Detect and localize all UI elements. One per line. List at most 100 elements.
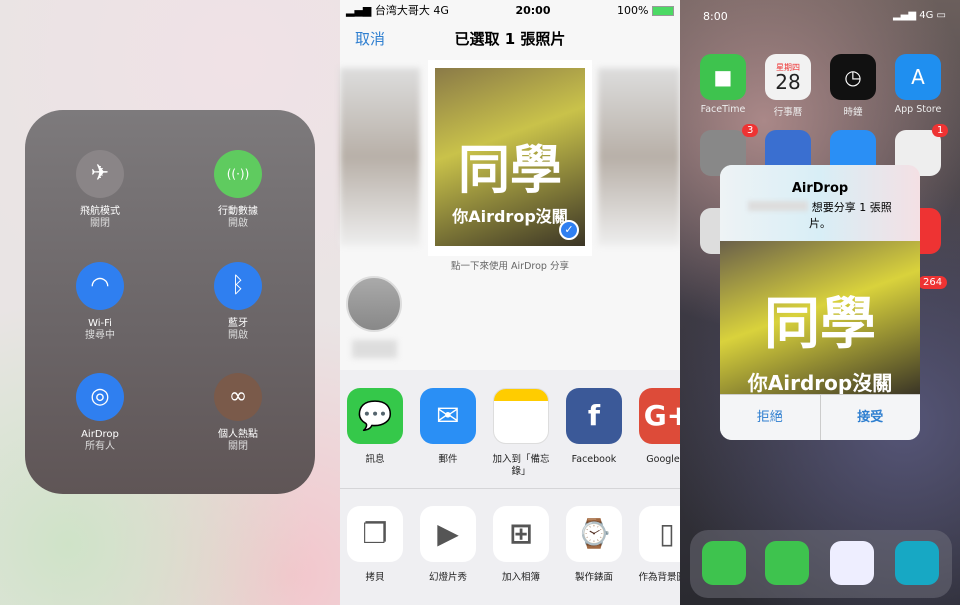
contact-name-blurred (352, 340, 397, 358)
battery-percent: 100% (617, 3, 649, 17)
dialog-photo-caption-small: 你Airdrop沒關 (747, 371, 893, 394)
kkbox-dock-icon[interactable] (895, 541, 939, 585)
dialog-message: 想要分享 1 張照片。 (809, 201, 892, 230)
share-app-2[interactable]: 加入到「備忘錄」 (486, 388, 556, 478)
toggle-airplane[interactable]: ✈ 飛航模式 關閉 (45, 150, 155, 230)
share-action-1[interactable]: ▶ 幻燈片秀 (413, 506, 483, 584)
share-app-1[interactable]: ✉ 郵件 (413, 388, 483, 466)
toggle-label: Wi-Fi (88, 318, 112, 329)
toggle-state: 開啟 (228, 218, 248, 229)
toggle-label: 個人熱點 (218, 429, 258, 440)
wifi-icon: ◠ (76, 262, 124, 310)
airdrop-hint: 點一下來使用 AirDrop 分享 (451, 261, 569, 272)
share-app-icon: 💬 (347, 388, 403, 444)
share-app-icon: ✉ (420, 388, 476, 444)
notification-badge: 264 (918, 276, 948, 289)
accept-button[interactable]: 接受 (821, 395, 921, 440)
home-app-label: 時鐘 (843, 107, 863, 118)
toggle-label: 行動數據 (218, 206, 258, 217)
sender-name-blurred (748, 201, 809, 211)
home-app-icon: A (895, 54, 941, 100)
share-app-icon: f (566, 388, 622, 444)
page-title: 已選取 1 張照片 (454, 30, 566, 48)
toggle-state: 所有人 (85, 441, 115, 452)
home-clock: 8:00 (703, 10, 728, 23)
share-app-3[interactable]: f Facebook (559, 388, 629, 466)
home-app-2[interactable]: ◷ 時鐘 (822, 54, 884, 118)
home-app-glyph: ◷ (844, 65, 862, 89)
decline-button[interactable]: 拒絕 (720, 395, 821, 440)
share-app-icon (493, 388, 549, 444)
toggle-label: AirDrop (81, 429, 119, 440)
home-app-glyph: ■ (713, 65, 733, 89)
share-action-label: 拷貝 (365, 572, 385, 583)
phone-dock-icon[interactable] (765, 541, 809, 585)
toggle-airdrop[interactable]: ◎ AirDrop 所有人 (45, 373, 155, 453)
toggle-state: 關閉 (90, 218, 110, 229)
home-app-label: 行事曆 (773, 107, 803, 118)
share-action-icon: ⌚ (566, 506, 622, 562)
safari-dock-icon[interactable] (830, 541, 874, 585)
messages-dock-icon[interactable] (702, 541, 746, 585)
next-photo-thumbnail[interactable] (598, 68, 680, 246)
home-app-icon: ◷ (830, 54, 876, 100)
checkmark-icon: ✓ (559, 220, 579, 240)
notification-badge: 1 (932, 124, 949, 137)
control-center-panel: ✈ 飛航模式 關閉 ((·)) 行動數據 開啟 ◠ Wi-Fi 搜尋中 ᛒ 藍牙 開啟 ◎ AirDrop… (0, 0, 340, 605)
clock: 20:00 (515, 3, 551, 17)
cellular-icon: ((·)) (214, 150, 262, 198)
airplane-icon: ✈ (76, 150, 124, 198)
share-app-label: Facebook (571, 454, 617, 465)
dock (690, 530, 952, 598)
carrier: 台湾大哥大 (374, 4, 430, 17)
share-action-label: 製作錶面 (574, 572, 613, 583)
hotspot-icon: ∞ (214, 373, 262, 421)
home-app-icon: ■ (700, 54, 746, 100)
toggle-state: 關閉 (228, 441, 248, 452)
connectivity-module: ✈ 飛航模式 關閉 ((·)) 行動數據 開啟 ◠ Wi-Fi 搜尋中 ᛒ 藍牙 開啟 ◎ AirDrop… (25, 110, 315, 494)
airdrop-icon: ◎ (76, 373, 124, 421)
toggle-label: 飛航模式 (80, 206, 120, 217)
home-app-glyph: A (911, 65, 925, 89)
signal-icon: ▂▄▆ (346, 4, 375, 17)
home-app-label: App Store (894, 104, 942, 115)
home-app-glyph: 28 (775, 69, 801, 94)
cancel-button[interactable]: 取消 (355, 28, 385, 49)
status-bar: ▂▄▆ 台湾大哥大 4G 20:00 100% (346, 2, 674, 18)
dialog-photo-caption-big: 同學 (764, 292, 876, 357)
share-action-2[interactable]: ⊞ 加入相簿 (486, 506, 556, 584)
toggle-state: 開啟 (228, 330, 248, 341)
photo-caption-big: 同學 (457, 141, 562, 201)
share-action-icon: ▶ (420, 506, 476, 562)
home-status: ▂▄▆ 4G ▭ (892, 10, 946, 21)
toggle-label: 藍牙 (228, 318, 248, 329)
network: 4G (433, 4, 449, 17)
toggle-wifi[interactable]: ◠ Wi-Fi 搜尋中 (45, 262, 155, 342)
airdrop-contact-avatar[interactable] (346, 276, 402, 332)
share-action-3[interactable]: ⌚ 製作錶面 (559, 506, 629, 584)
share-action-label: 加入相簿 (501, 572, 540, 583)
notification-badge: 3 (742, 124, 759, 137)
share-action-icon: ❐ (347, 506, 403, 562)
share-app-label: 訊息 (365, 454, 385, 465)
toggle-cellular[interactable]: ((·)) 行動數據 開啟 (183, 150, 293, 230)
bluetooth-icon: ᛒ (214, 262, 262, 310)
prev-photo-thumbnail[interactable] (340, 68, 420, 246)
home-app-3[interactable]: A App Store (887, 54, 949, 115)
toggle-bluetooth[interactable]: ᛒ 藍牙 開啟 (183, 262, 293, 342)
home-app-icon: 星期四 28 (765, 54, 811, 100)
home-app-0[interactable]: ■ FaceTime (692, 54, 754, 115)
selected-photo[interactable]: 同學 你Airdrop沒關 ✓ (435, 68, 585, 246)
battery-icon (652, 5, 674, 16)
share-app-0[interactable]: 💬 訊息 (340, 388, 410, 466)
dialog-title: AirDrop (791, 181, 849, 196)
toggle-hotspot[interactable]: ∞ 個人熱點 關閉 (183, 373, 293, 453)
share-action-label: 幻燈片秀 (428, 572, 467, 583)
share-app-label: 加入到「備忘錄」 (492, 454, 550, 477)
share-app-label: 郵件 (438, 454, 458, 465)
home-app-label: FaceTime (700, 104, 746, 115)
toggle-state: 搜尋中 (85, 330, 115, 341)
airdrop-dialog: AirDrop 想要分享 1 張照片。 同學 你Airdrop沒關 拒絕 接受 (720, 165, 920, 440)
share-action-0[interactable]: ❐ 拷貝 (340, 506, 410, 584)
home-app-1[interactable]: 星期四 28 行事曆 (757, 54, 819, 118)
